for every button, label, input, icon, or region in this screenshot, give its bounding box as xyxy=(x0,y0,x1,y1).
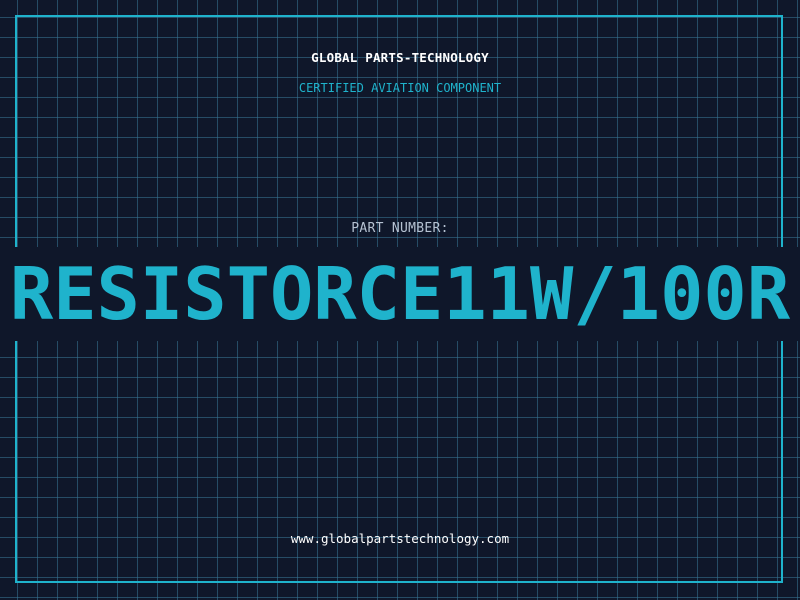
website-url[interactable]: www.globalpartstechnology.com xyxy=(0,531,800,546)
company-name: GLOBAL PARTS-TECHNOLOGY xyxy=(311,50,489,65)
part-number-label: PART NUMBER: xyxy=(351,221,449,236)
part-number-value: RESISTORCE11W/100R xyxy=(9,252,791,336)
part-card: GLOBAL PARTS-TECHNOLOGY CERTIFIED AVIATI… xyxy=(0,0,800,600)
certification-tagline: CERTIFIED AVIATION COMPONENT xyxy=(298,81,502,95)
